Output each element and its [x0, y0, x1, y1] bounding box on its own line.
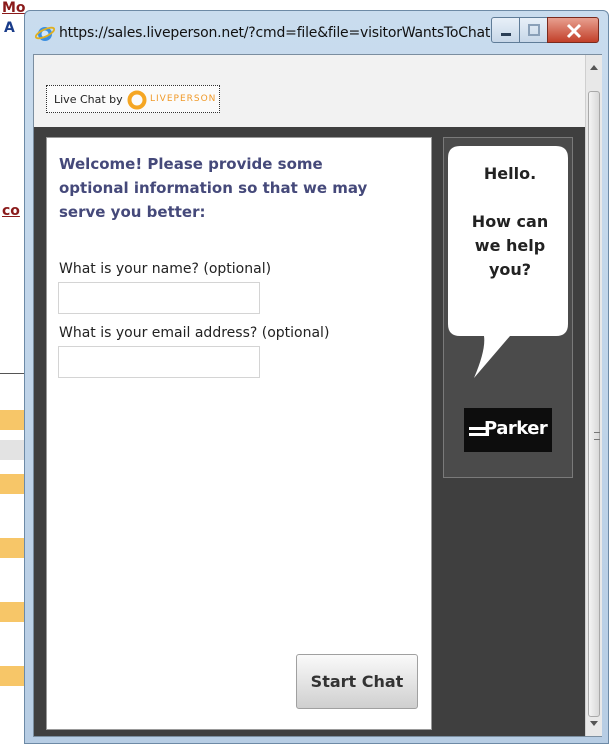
background-row	[0, 440, 26, 460]
maximize-button[interactable]	[519, 17, 548, 43]
background-divider	[0, 373, 26, 374]
scroll-down-icon[interactable]	[590, 721, 598, 726]
background-row	[0, 474, 26, 494]
start-chat-button[interactable]: Start Chat	[296, 654, 418, 709]
internet-explorer-icon	[35, 26, 55, 41]
background-text: Mo	[2, 0, 26, 16]
welcome-message: Welcome! Please provide some optional in…	[59, 155, 368, 221]
background-row	[0, 602, 26, 622]
close-button[interactable]	[547, 17, 599, 43]
scroll-thumb[interactable]	[588, 91, 600, 717]
background-row	[0, 538, 26, 558]
grip-icon	[594, 432, 600, 440]
chat-popup-window: https://sales.liveperson.net/?cmd=file&f…	[24, 10, 609, 744]
maximize-icon	[528, 24, 540, 36]
close-icon	[566, 23, 582, 39]
liveperson-logo-icon	[127, 90, 147, 110]
scroll-up-icon[interactable]	[590, 65, 598, 70]
parker-logo: Parker	[464, 408, 552, 452]
name-field[interactable]	[58, 282, 260, 314]
liveperson-badge[interactable]: Live Chat by LIVEPERSON	[46, 85, 220, 113]
email-field[interactable]	[58, 346, 260, 378]
title-bar[interactable]: https://sales.liveperson.net/?cmd=file&f…	[25, 11, 608, 53]
chat-header: Live Chat by LIVEPERSON	[34, 55, 585, 127]
name-label: What is your name? (optional)	[59, 261, 272, 277]
window-content: Live Chat by LIVEPERSON Welcome! Please …	[33, 54, 602, 737]
minimize-button[interactable]	[491, 17, 520, 43]
badge-label: Live Chat by	[54, 93, 123, 106]
brand-name: LIVEPERSON	[150, 94, 217, 104]
email-label: What is your email address? (optional)	[59, 325, 330, 341]
background-text: A	[4, 20, 15, 36]
window-title: https://sales.liveperson.net/?cmd=file&f…	[59, 25, 499, 41]
background-link[interactable]: co	[2, 203, 20, 219]
side-panel: Hello. How can we help you? Parker	[443, 137, 573, 478]
pre-chat-form: Welcome! Please provide some optional in…	[46, 137, 432, 730]
background-row	[0, 666, 26, 686]
vertical-scrollbar[interactable]	[585, 55, 602, 736]
parker-logo-text: Parker	[484, 418, 548, 439]
background-row	[0, 410, 26, 430]
chat-body: Welcome! Please provide some optional in…	[34, 127, 585, 736]
bubble-text: Hello. How can we help you?	[471, 164, 549, 279]
minimize-icon	[501, 33, 511, 36]
